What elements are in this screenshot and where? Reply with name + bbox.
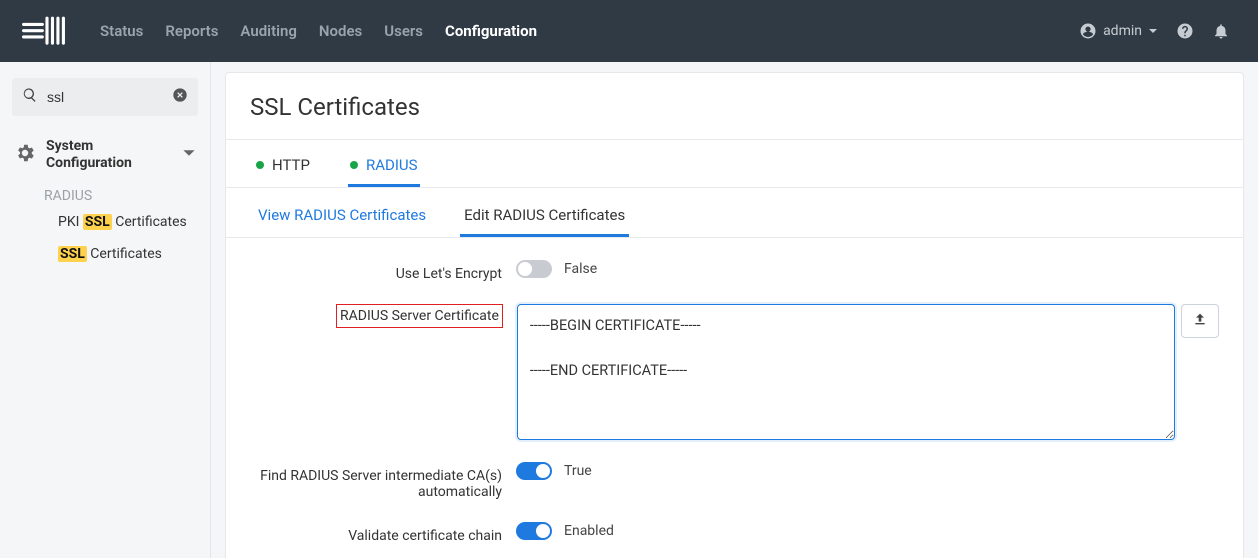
toggle-intermediate-ca[interactable] — [516, 462, 552, 480]
user-name: admin — [1103, 23, 1142, 39]
user-menu[interactable]: admin — [1079, 22, 1158, 40]
nav-right: admin — [1079, 22, 1230, 40]
upload-button[interactable] — [1181, 304, 1219, 338]
top-nav: Status Reports Auditing Nodes Users Conf… — [0, 0, 1258, 62]
search-icon — [22, 87, 38, 107]
sidebar-group-system-configuration[interactable]: SystemConfiguration — [0, 132, 210, 178]
user-circle-icon — [1079, 22, 1097, 40]
clear-icon[interactable] — [172, 87, 188, 107]
upload-icon — [1192, 311, 1208, 331]
label-lets-encrypt: Use Let's Encrypt — [250, 260, 502, 282]
content: SSL Certificates HTTP RADIUS View RADIUS… — [211, 62, 1258, 558]
toggle-lets-encrypt[interactable] — [516, 260, 552, 278]
nav-reports[interactable]: Reports — [165, 22, 218, 40]
tab-http[interactable]: HTTP — [254, 152, 312, 187]
tab-radius[interactable]: RADIUS — [348, 152, 420, 187]
row-lets-encrypt: Use Let's Encrypt False — [250, 260, 1219, 282]
search-input[interactable] — [12, 78, 198, 116]
sidebar-item-pki-ssl-certificates[interactable]: PKI SSL Certificates — [0, 206, 210, 238]
bell-icon[interactable] — [1212, 22, 1230, 40]
label-validate-chain: Validate certificate chain — [250, 522, 502, 544]
sub-tabs: View RADIUS Certificates Edit RADIUS Cer… — [226, 188, 1243, 238]
search-wrap — [12, 78, 198, 116]
card: SSL Certificates HTTP RADIUS View RADIUS… — [225, 72, 1244, 558]
protocol-tabs: HTTP RADIUS — [226, 140, 1243, 188]
status-dot-icon — [350, 161, 358, 169]
chevron-down-icon — [182, 146, 196, 164]
label-server-certificate: RADIUS Server Certificate — [336, 304, 503, 328]
brand-logo — [22, 15, 72, 47]
sidebar-item-ssl-certificates[interactable]: SSL Certificates — [0, 238, 210, 270]
textarea-server-certificate[interactable] — [517, 304, 1175, 440]
row-server-certificate: RADIUS Server Certificate — [250, 304, 1219, 440]
subtab-view-radius-certificates[interactable]: View RADIUS Certificates — [254, 200, 430, 237]
toggle-validate-chain[interactable] — [516, 522, 552, 540]
label-intermediate-ca: Find RADIUS Server intermediate CA(s) au… — [250, 462, 502, 500]
chevron-down-icon — [1148, 26, 1158, 36]
nav-configuration[interactable]: Configuration — [445, 22, 537, 40]
row-validate-chain: Validate certificate chain Enabled — [250, 522, 1219, 544]
toggle-label-validate-chain: Enabled — [564, 523, 614, 539]
sidebar-group-label: SystemConfiguration — [46, 138, 182, 172]
nav-users[interactable]: Users — [384, 22, 423, 40]
subtab-edit-radius-certificates[interactable]: Edit RADIUS Certificates — [460, 200, 629, 237]
toggle-label-intermediate-ca: True — [564, 463, 592, 479]
row-intermediate-ca: Find RADIUS Server intermediate CA(s) au… — [250, 462, 1219, 500]
sidebar: SystemConfiguration RADIUS PKI SSL Certi… — [0, 62, 211, 558]
help-icon[interactable] — [1176, 22, 1194, 40]
nav-items: Status Reports Auditing Nodes Users Conf… — [100, 22, 537, 40]
page-title: SSL Certificates — [226, 73, 1243, 140]
gear-icon — [14, 142, 36, 168]
nav-status[interactable]: Status — [100, 22, 143, 40]
toggle-label-lets-encrypt: False — [564, 261, 597, 277]
nav-nodes[interactable]: Nodes — [319, 22, 362, 40]
nav-auditing[interactable]: Auditing — [240, 22, 297, 40]
form: Use Let's Encrypt False RADIUS Server Ce… — [226, 238, 1243, 558]
status-dot-icon — [256, 161, 264, 169]
sidebar-category-radius: RADIUS — [0, 178, 210, 206]
